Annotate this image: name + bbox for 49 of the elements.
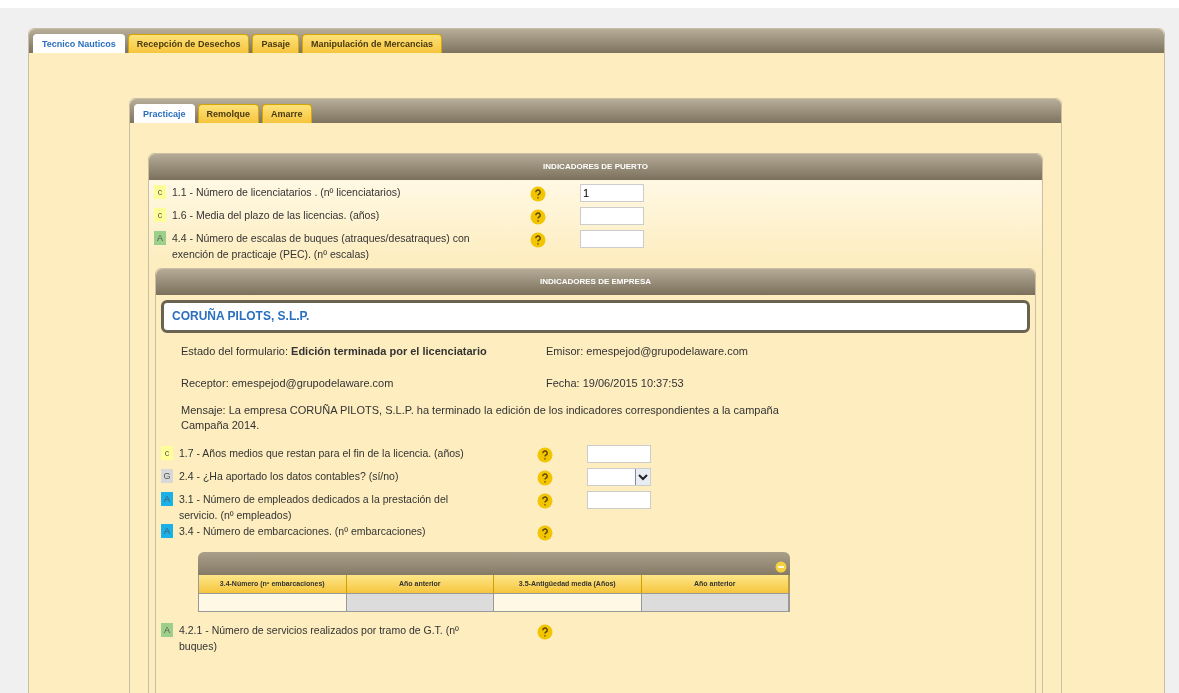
table-cell[interactable] (199, 593, 347, 611)
receiver-text: Receptor: emespejod@grupodelaware.com (181, 377, 395, 389)
tab[interactable]: Pasaje (252, 34, 299, 53)
indicator-label: 3.4 - Número de embarcaciones. (nº embarcaciones) (179, 524, 427, 539)
indicator-label: 1.1 - Número de licenciatarios . (nº licenciatarios) (172, 185, 402, 200)
value-field[interactable] (580, 207, 644, 225)
category-badge: A (161, 524, 173, 538)
section-header: INDICADORES DE PUERTO (149, 154, 1042, 180)
help-icon[interactable] (537, 525, 553, 541)
indicator-label: 1.7 - Años medios que restan para el fin de la licencia. (años) (179, 446, 465, 461)
tab[interactable]: Tecnico Nauticos (33, 34, 125, 53)
tab[interactable]: Recepción de Desechos (127, 34, 250, 53)
indicator-label: 3.1 - Número de empleados dedicados a la prestación del servicio. (nº empleados) (179, 492, 450, 523)
help-icon[interactable] (537, 624, 553, 640)
yes-no-dropdown[interactable] (587, 468, 651, 486)
value-field[interactable] (587, 445, 651, 463)
section-header: INDICADORES DE EMPRESA (156, 269, 1035, 295)
indicator-label: 2.4 - ¿Ha aportado los datos contables? (sí/no) (179, 469, 400, 484)
date-text: Fecha: 19/06/2015 10:37:53 (546, 377, 685, 389)
category-badge: c (161, 446, 173, 460)
category-badge: G (161, 469, 173, 483)
company-name: CORUÑA PILOTS, S.L.P. (161, 300, 1030, 333)
message-text: Mensaje: La empresa CORUÑA PILOTS, S.L.P. ha terminado la edición de los indicadores correspondientes a la campaña Campaña 2014. (181, 403, 780, 433)
tab[interactable]: Practicaje (134, 104, 195, 123)
indicator-label: 1.6 - Media del plazo de las licencias. (años) (172, 208, 381, 223)
category-badge: A (154, 231, 166, 245)
form-status: Estado del formulario: Edición terminada por el licenciatario (181, 345, 488, 357)
sender-text: Emisor: emespejod@grupodelaware.com (546, 345, 749, 357)
value-field[interactable] (587, 491, 651, 509)
tab[interactable]: Amarre (262, 104, 312, 123)
category-badge: A (161, 623, 173, 637)
help-icon[interactable] (537, 493, 553, 509)
collapse-icon[interactable] (775, 561, 787, 573)
tab[interactable]: Manipulación de Mercancias (301, 34, 442, 53)
help-icon[interactable] (537, 470, 553, 486)
help-icon[interactable] (537, 447, 553, 463)
tab[interactable]: Remolque (197, 104, 260, 123)
indicator-label: 4.4 - Número de escalas de buques (atraques/desatraques) con exención de practicaje (PEC). (nº escalas) (172, 231, 471, 262)
dropdown-caret-icon (635, 469, 650, 485)
value-field[interactable]: 1 (580, 184, 644, 202)
category-badge: c (154, 208, 166, 222)
table-cell[interactable] (494, 593, 642, 611)
help-icon[interactable] (530, 186, 546, 202)
help-icon[interactable] (530, 232, 546, 248)
indicator-label: 4.2.1 - Número de servicios realizados por tramo de G.T. (nº buques) (179, 623, 460, 654)
category-badge: A (161, 492, 173, 506)
value-field[interactable] (580, 230, 644, 248)
help-icon[interactable] (530, 209, 546, 225)
category-badge: c (154, 185, 166, 199)
